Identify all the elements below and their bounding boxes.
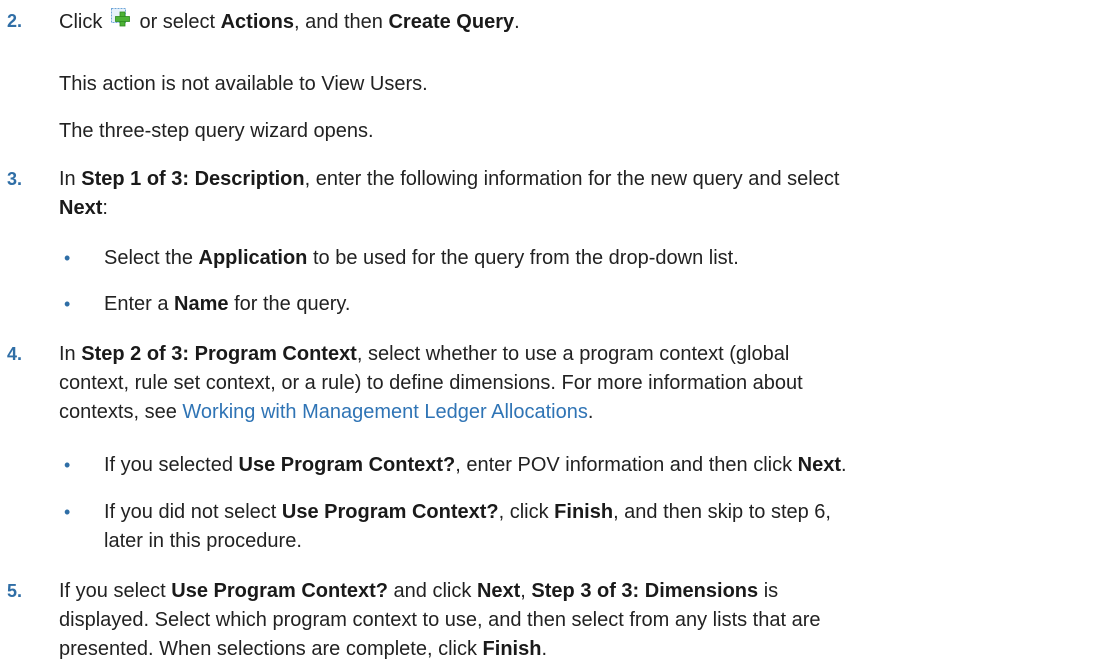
step-text: Click or select Actions, and then Create… [59, 7, 1079, 37]
step-number: 2. [7, 11, 23, 31]
bullet-icon: • [64, 248, 71, 268]
bullet-icon: • [64, 502, 71, 522]
step-number: 3. [7, 169, 23, 189]
document: 2. Click or select Actions, and then Cre… [0, 0, 1099, 670]
step-text: In Step 2 of 3: Program Context, select … [59, 343, 803, 423]
step-number: 5. [7, 581, 23, 601]
management-ledger-allocations-link[interactable]: Working with Management Ledger Allocatio… [182, 401, 587, 423]
step-number: 4. [7, 344, 23, 364]
create-query-icon[interactable] [110, 7, 132, 29]
step-text: In Step 1 of 3: Description, enter the f… [59, 168, 840, 219]
step-text: If you select Use Program Context? and c… [59, 580, 821, 660]
bullet-icon: • [64, 294, 71, 314]
bullet-icon: • [64, 455, 71, 475]
